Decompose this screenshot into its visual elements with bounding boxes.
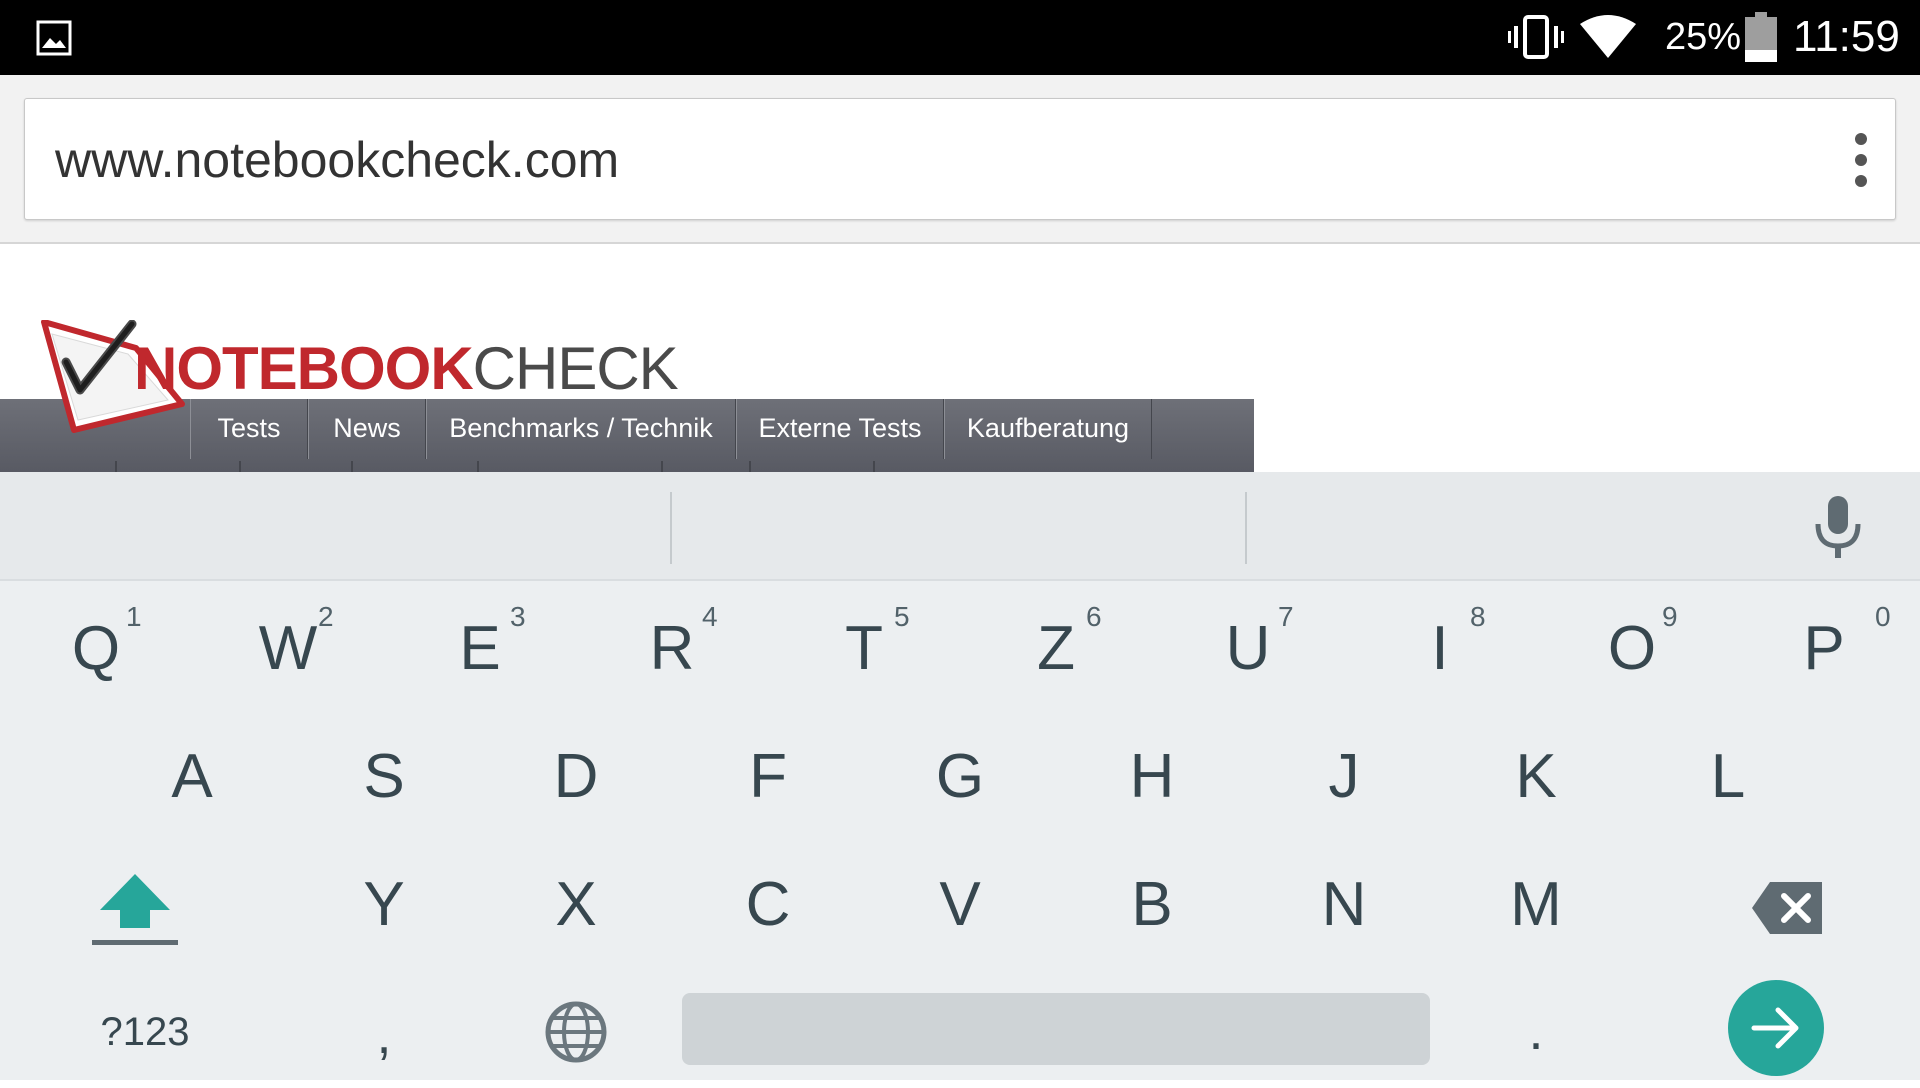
key-a[interactable]: A (117, 722, 267, 832)
key-k[interactable]: K (1461, 722, 1611, 832)
microphone-icon[interactable] (1810, 494, 1866, 560)
key-r[interactable]: R 4 (597, 594, 747, 704)
key-s[interactable]: S (309, 722, 459, 832)
key-f[interactable]: F (693, 722, 843, 832)
status-bar: 25% 11:59 (0, 0, 1920, 75)
arrow-right-icon (1751, 1007, 1799, 1049)
nav-item-tests[interactable]: Tests (190, 399, 308, 459)
symbols-key[interactable]: ?123 (70, 978, 220, 1088)
logo-text-check: CHECK (472, 335, 679, 402)
key-v[interactable]: V (885, 850, 1035, 960)
gallery-icon (36, 20, 72, 56)
key-g[interactable]: G (885, 722, 1035, 832)
suggestion-divider (1245, 492, 1247, 564)
key-n[interactable]: N (1269, 850, 1419, 960)
web-page: Tests News Benchmarks / Technik Externe … (0, 244, 1920, 472)
key-z[interactable]: Z 6 (981, 594, 1131, 704)
language-key[interactable] (501, 978, 651, 1088)
logo-text-notebook: NOTEBOOK (134, 335, 474, 402)
overflow-menu-icon[interactable] (1837, 131, 1885, 189)
shift-icon (92, 874, 178, 945)
battery-percent: 25% (1665, 16, 1742, 58)
period-key[interactable]: . (1461, 978, 1611, 1088)
battery-icon (1745, 12, 1777, 62)
nav-item-news[interactable]: News (308, 399, 426, 459)
key-c[interactable]: C (693, 850, 843, 960)
key-l[interactable]: L (1653, 722, 1803, 832)
key-u[interactable]: U 7 (1173, 594, 1323, 704)
site-logo[interactable]: NOTEBOOKCHECK (134, 334, 679, 404)
key-h[interactable]: H (1077, 722, 1227, 832)
space-key[interactable] (682, 993, 1430, 1065)
clock: 11:59 (1793, 12, 1900, 61)
globe-icon (545, 1001, 607, 1063)
key-i[interactable]: I 8 (1365, 594, 1515, 704)
browser-toolbar: www.notebookcheck.com (0, 75, 1920, 244)
key-y[interactable]: Y (309, 850, 459, 960)
key-e[interactable]: E 3 (405, 594, 555, 704)
key-w[interactable]: W 2 (213, 594, 363, 704)
url-bar[interactable]: www.notebookcheck.com (24, 98, 1896, 220)
nav-item-externe-tests[interactable]: Externe Tests (736, 399, 944, 459)
key-d[interactable]: D (501, 722, 651, 832)
url-text[interactable]: www.notebookcheck.com (55, 99, 619, 221)
nav-item-kaufberatung[interactable]: Kaufberatung (944, 399, 1152, 459)
key-b[interactable]: B (1077, 850, 1227, 960)
vibrate-icon (1508, 15, 1564, 59)
enter-key[interactable] (1728, 980, 1824, 1076)
comma-key[interactable]: , (309, 978, 459, 1088)
suggestion-strip (0, 472, 1920, 581)
nav-item-benchmarks[interactable]: Benchmarks / Technik (426, 399, 736, 459)
shift-key[interactable] (60, 850, 210, 960)
key-q[interactable]: Q 1 (21, 594, 171, 704)
key-o[interactable]: O 9 (1557, 594, 1707, 704)
wifi-icon (1580, 15, 1636, 58)
backspace-key[interactable] (1712, 850, 1862, 960)
soft-keyboard: Q 1 W 2 E 3 R 4 T 5 Z 6 U 7 I 8 O 9 P 0 … (0, 472, 1920, 1080)
suggestion-divider (670, 492, 672, 564)
sub-navigation-dividers (115, 461, 875, 472)
key-x[interactable]: X (501, 850, 651, 960)
key-m[interactable]: M (1461, 850, 1611, 960)
key-j[interactable]: J (1269, 722, 1419, 832)
key-p[interactable]: P 0 (1749, 594, 1899, 704)
backspace-icon (1752, 882, 1822, 934)
key-t[interactable]: T 5 (789, 594, 939, 704)
